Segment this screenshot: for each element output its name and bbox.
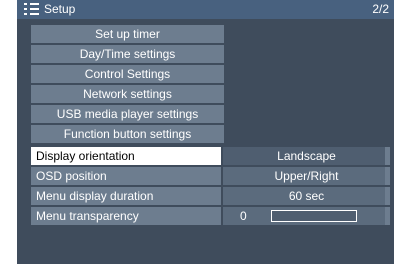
osd-position-value-text: Upper/Right xyxy=(274,169,339,183)
menu-title: Setup xyxy=(44,2,76,16)
day-time-settings-item[interactable]: Day/Time settings xyxy=(31,45,224,65)
menu-display-duration-value[interactable]: 60 sec xyxy=(223,187,390,205)
display-orientation-value[interactable]: Landscape xyxy=(223,147,390,165)
menu-transparency-control[interactable]: 0 xyxy=(223,207,390,225)
network-settings-item[interactable]: Network settings xyxy=(31,85,224,105)
osd-position-label: OSD position xyxy=(31,167,221,185)
menu-transparency-slider[interactable] xyxy=(271,210,357,222)
menu-display-duration-label: Menu display duration xyxy=(31,187,221,205)
control-settings-item[interactable]: Control Settings xyxy=(31,65,224,85)
page-indicator: 2/2 xyxy=(372,2,389,16)
display-orientation-label: Display orientation xyxy=(31,147,221,165)
set-up-timer-item[interactable]: Set up timer xyxy=(31,25,224,45)
menu-header: Setup 2/2 xyxy=(17,0,394,19)
menu-transparency-label: Menu transparency xyxy=(31,207,221,225)
menu-display-duration-value-text: 60 sec xyxy=(288,189,325,203)
setup-menu-screen: Setup 2/2 Set up timer Day/Time settings… xyxy=(17,0,394,264)
function-button-settings-item[interactable]: Function button settings xyxy=(31,125,224,145)
menu-transparency-value: 0 xyxy=(240,209,247,223)
usb-media-player-settings-item[interactable]: USB media player settings xyxy=(31,105,224,125)
menu-list-icon xyxy=(24,3,39,15)
display-orientation-value-text: Landscape xyxy=(277,149,336,163)
osd-position-value[interactable]: Upper/Right xyxy=(223,167,390,185)
